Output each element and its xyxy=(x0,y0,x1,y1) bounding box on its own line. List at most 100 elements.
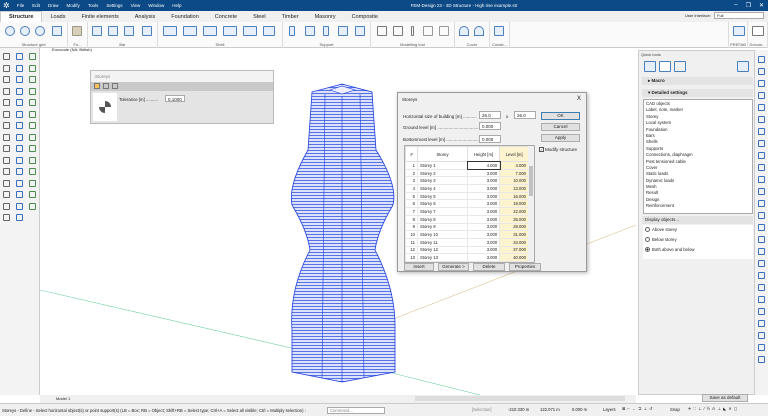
storey-name-cell[interactable]: Storey 10 xyxy=(417,230,468,239)
view-tool-icon[interactable] xyxy=(758,200,765,207)
bar-tool-icon[interactable] xyxy=(142,26,152,36)
tool-button-icon[interactable] xyxy=(3,122,10,129)
axis-icon[interactable] xyxy=(35,26,45,36)
snap-button[interactable]: Snap xyxy=(670,407,680,412)
horizontal-scrollbar[interactable] xyxy=(415,396,625,401)
view-tool-icon[interactable] xyxy=(758,308,765,315)
view-tool-icon[interactable] xyxy=(758,332,765,339)
view-tool-icon[interactable] xyxy=(758,212,765,219)
point-support-icon[interactable] xyxy=(289,26,295,36)
tool-button-icon[interactable] xyxy=(16,179,23,187)
tab-masonry[interactable]: Masonry xyxy=(307,12,344,22)
view-tool-icon[interactable] xyxy=(758,248,765,255)
surface-support-icon[interactable] xyxy=(323,26,329,36)
close-icon[interactable]: ✕ xyxy=(759,2,764,9)
truss-icon[interactable] xyxy=(124,26,134,36)
minimize-icon[interactable]: – xyxy=(734,2,737,9)
object-icon[interactable] xyxy=(674,61,686,72)
height-cell[interactable]: 3.000 xyxy=(466,253,501,262)
view-tool-icon[interactable] xyxy=(758,104,765,111)
height-cell[interactable]: 3.000 xyxy=(466,214,501,224)
box-icon[interactable] xyxy=(423,26,433,36)
tool-button-icon[interactable] xyxy=(16,202,23,210)
delete-button[interactable]: Delete xyxy=(473,263,505,271)
tool-button-icon[interactable] xyxy=(29,179,36,187)
tool-button-icon[interactable] xyxy=(16,76,23,83)
table-row[interactable]: 12 Storey 12 3.000 37.000 xyxy=(405,245,529,255)
view-tool-icon[interactable] xyxy=(758,296,765,303)
view-tool-icon[interactable] xyxy=(758,92,765,99)
tool-button-icon[interactable] xyxy=(16,145,23,152)
selection-button[interactable]: [Selection] xyxy=(472,407,492,412)
grid-point-icon[interactable] xyxy=(5,26,15,36)
view-tool-icon[interactable] xyxy=(758,128,765,135)
beam-icon[interactable] xyxy=(92,26,102,36)
tool-button-icon[interactable] xyxy=(16,99,23,106)
height-cell[interactable]: 3.000 xyxy=(466,184,501,193)
macro-section[interactable]: ▸ Macro xyxy=(642,77,753,85)
ok-button[interactable]: OK xyxy=(541,112,580,120)
tool-button-icon[interactable] xyxy=(16,168,23,175)
model-tab[interactable]: Model 1 xyxy=(56,396,70,401)
tool-button-icon[interactable] xyxy=(3,179,10,187)
tool-button-icon[interactable] xyxy=(3,168,10,175)
tool-button-icon[interactable] xyxy=(16,64,23,72)
properties-button[interactable]: Properties xyxy=(509,263,541,271)
table-row[interactable]: 11 Storey 11 3.000 34.000 xyxy=(405,237,529,247)
hsize-x-input[interactable]: 26.0 xyxy=(479,111,501,119)
radio-below-storey[interactable]: Below storey xyxy=(645,237,677,242)
view-tool-icon[interactable] xyxy=(758,224,765,231)
shell-tool-icon[interactable] xyxy=(263,26,275,36)
region-icon[interactable] xyxy=(439,26,449,36)
storey-name-cell[interactable]: Storey 6 xyxy=(417,199,468,209)
tool-button-icon[interactable] xyxy=(29,87,36,95)
view-tool-icon[interactable] xyxy=(758,68,765,75)
layers-icon[interactable] xyxy=(644,61,656,72)
support-tool-icon[interactable] xyxy=(355,26,365,36)
profiled-plate-icon[interactable] xyxy=(203,26,217,36)
storey-name-cell[interactable]: Storey 3 xyxy=(417,176,468,186)
tool-button-icon[interactable] xyxy=(29,202,36,210)
tool-button-icon[interactable] xyxy=(29,110,36,118)
tool-button-icon[interactable] xyxy=(29,53,36,60)
tool-button-icon[interactable] xyxy=(3,64,10,72)
height-cell[interactable]: 3.000 xyxy=(466,230,501,239)
modify-structure-checkbox[interactable]: ✓ Modify structure xyxy=(539,147,577,152)
view-tool-icon[interactable] xyxy=(758,152,765,159)
tab-timber[interactable]: Timber xyxy=(274,12,307,22)
height-cell[interactable]: 3.000 xyxy=(466,191,501,201)
tab-analysis[interactable]: Analysis xyxy=(127,12,163,22)
view-tool-icon[interactable] xyxy=(758,320,765,327)
tab-finite-elements[interactable]: Finite elements xyxy=(73,12,126,22)
tool-button-icon[interactable] xyxy=(3,145,10,152)
tool-button-icon[interactable] xyxy=(29,99,36,106)
tool-button-icon[interactable] xyxy=(29,133,36,141)
tool-button-icon[interactable] xyxy=(3,110,10,118)
cover-2-icon[interactable] xyxy=(474,26,484,36)
tool-button-icon[interactable] xyxy=(16,191,23,198)
view-tool-icon[interactable] xyxy=(758,260,765,267)
table-row[interactable]: 7 Storey 7 3.000 22.000 xyxy=(405,207,529,216)
view-tool-icon[interactable] xyxy=(758,344,765,351)
table-row[interactable]: 2 Storey 2 3.000 7.000 xyxy=(405,168,529,178)
tab-loads[interactable]: Loads xyxy=(42,12,73,22)
wall-icon[interactable] xyxy=(183,26,197,36)
layers-button[interactable]: Layers xyxy=(603,407,616,412)
scrollbar-thumb[interactable] xyxy=(529,166,533,196)
tolerance-input[interactable]: 0.1000 xyxy=(165,95,185,102)
height-cell[interactable]: 3.000 xyxy=(466,222,501,232)
tool-button-icon[interactable] xyxy=(29,76,36,83)
height-cell[interactable]: 3.000 xyxy=(466,199,501,209)
tool-button-icon[interactable] xyxy=(3,191,10,198)
prefab-icon[interactable] xyxy=(733,26,745,36)
snap-modes-icon[interactable]: ✛∷⊥⁄½⊙⊥◣✕◻ xyxy=(688,406,739,411)
plate-icon[interactable] xyxy=(163,26,177,36)
tool-button-icon[interactable] xyxy=(3,202,10,210)
apply-button[interactable]: Apply xyxy=(541,134,580,142)
detailed-settings-section[interactable]: ▾ Detailed settings xyxy=(642,89,753,97)
view-tool-icon[interactable] xyxy=(758,140,765,147)
restore-icon[interactable]: ❐ xyxy=(746,2,751,9)
bottommost-level-input[interactable]: 0.000 xyxy=(479,135,501,143)
table-row[interactable]: 1 Storey 1 4.000 4.000 xyxy=(405,160,529,171)
hsize-y-input[interactable]: 26.0 xyxy=(514,111,536,119)
